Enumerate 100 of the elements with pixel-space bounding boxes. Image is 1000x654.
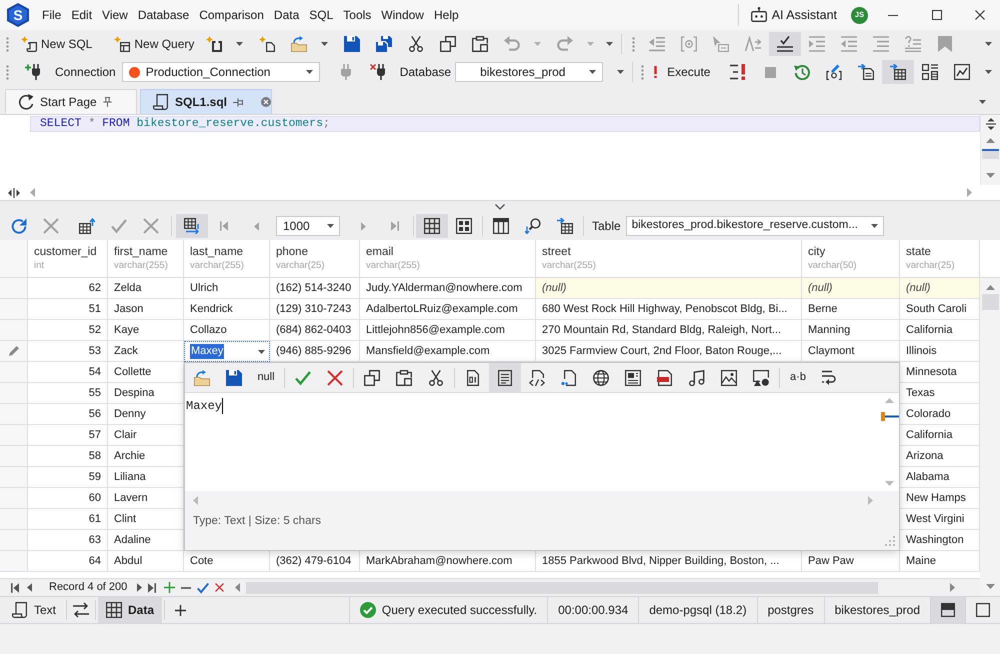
corner-header-cell[interactable] xyxy=(0,240,28,278)
pin-icon[interactable] xyxy=(233,98,244,106)
ai-assistant-button[interactable]: AI Assistant xyxy=(748,3,839,27)
table-cell: Kaye xyxy=(108,320,184,341)
table-cell: 680 West Rock Hill Highway, Penobscot Bldg, Bi... xyxy=(536,299,802,320)
column-header[interactable]: city varchar(50) xyxy=(802,240,900,278)
menu-item[interactable]: Tools xyxy=(338,6,376,24)
scrollbar-thumb[interactable] xyxy=(982,149,999,159)
status-field: demo-pgsql (18.2) xyxy=(649,601,747,619)
column-header[interactable]: first_name varchar(255) xyxy=(108,240,184,278)
menu-item[interactable]: Edit xyxy=(66,6,98,24)
page-size-dropdown[interactable]: 1000 xyxy=(276,216,340,236)
close-icon[interactable] xyxy=(261,97,272,107)
column-header[interactable]: street varchar(255) xyxy=(536,240,802,278)
resize-grip-icon[interactable] xyxy=(885,536,895,546)
column-name: city xyxy=(808,245,826,260)
scroll-up-arrow-icon[interactable] xyxy=(986,285,994,290)
redo-arrow-icon xyxy=(557,36,574,52)
plug-icon xyxy=(340,64,351,80)
grid-arrows-button[interactable] xyxy=(176,214,208,238)
script-icon xyxy=(12,602,28,618)
menu-item[interactable]: View xyxy=(97,6,133,24)
grip-handle-icon[interactable] xyxy=(6,36,9,52)
pin-icon[interactable] xyxy=(102,97,112,107)
check-syntax-button[interactable] xyxy=(769,32,802,56)
menu-item[interactable]: Help xyxy=(428,6,464,24)
lines-exclamation-icon xyxy=(730,64,746,80)
document-tab[interactable]: SQL1.sql xyxy=(140,89,272,114)
execute-button[interactable]: Execute xyxy=(648,60,716,84)
menu-item[interactable]: Window xyxy=(376,6,429,24)
text-view-button[interactable] xyxy=(489,362,521,392)
tabs-overflow-button[interactable] xyxy=(977,100,988,104)
column-header[interactable]: last_name varchar(255) xyxy=(184,240,270,278)
view-tab[interactable]: Data xyxy=(98,597,162,623)
scroll-right-arrow-icon[interactable] xyxy=(967,188,972,197)
picture-icon xyxy=(721,370,737,386)
chevron-down-icon[interactable] xyxy=(495,204,505,210)
column-type: varchar(25) xyxy=(906,260,956,272)
scroll-marker-icon xyxy=(881,412,899,421)
column-header[interactable]: email varchar(255) xyxy=(360,240,536,278)
column-header[interactable]: customer_id int xyxy=(28,240,108,278)
scroll-left-arrow-icon[interactable] xyxy=(235,583,240,592)
copy-icon xyxy=(440,36,456,52)
split-handle-icon[interactable] xyxy=(8,188,20,198)
column-name: customer_id xyxy=(34,245,98,260)
scroll-left-arrow-icon[interactable] xyxy=(30,188,35,197)
caret-icon xyxy=(985,42,992,46)
grip-handle-icon[interactable] xyxy=(6,64,9,80)
new-query-button[interactable]: New Query xyxy=(110,32,198,56)
connection-dropdown[interactable]: Production_Connection xyxy=(122,62,320,82)
record-position: Record 4 of 200 xyxy=(49,580,128,596)
table-dropdown[interactable]: bikestores_prod.bikestore_reserve.custom... xyxy=(626,216,884,236)
layout-button[interactable] xyxy=(930,597,965,623)
scrollbar-thumb[interactable] xyxy=(982,294,998,310)
previous-icon xyxy=(254,222,258,230)
column-header[interactable]: state varchar(25) xyxy=(900,240,980,278)
grid-arrow-button[interactable] xyxy=(882,60,914,84)
caret-icon xyxy=(985,70,992,74)
set-null-button[interactable]: null xyxy=(250,362,282,392)
status-field: postgres xyxy=(768,601,814,619)
table-cell: Collazo xyxy=(184,320,270,341)
document-tab[interactable]: Start Page xyxy=(5,89,137,114)
next-icon xyxy=(360,222,366,230)
table-label: Table xyxy=(592,218,621,235)
view-tab[interactable]: Text xyxy=(4,597,64,623)
folder-arrow-icon xyxy=(291,36,308,52)
menu-item[interactable]: Comparison xyxy=(194,6,269,24)
grid-icon xyxy=(424,218,440,234)
value-text-field[interactable]: Maxey xyxy=(185,393,879,491)
table-cell: 270 Mountain Rd, Standard Bldg, Raleigh, Nort... xyxy=(536,320,802,341)
cross-icon xyxy=(327,370,343,386)
column-header[interactable]: phone varchar(25) xyxy=(270,240,360,278)
scroll-right-arrow-icon[interactable] xyxy=(950,583,956,592)
scroll-down-arrow-icon[interactable] xyxy=(986,584,994,589)
menu-item[interactable]: Data xyxy=(268,6,304,24)
column-type: varchar(25) xyxy=(276,260,326,272)
table-cell: 60 xyxy=(28,488,108,509)
grip-handle-icon[interactable] xyxy=(641,64,644,80)
lines-icon xyxy=(873,36,890,52)
grid-view-button[interactable] xyxy=(416,214,448,238)
code-page-icon xyxy=(529,370,545,386)
row-header[interactable] xyxy=(0,341,28,362)
menu-item[interactable]: SQL xyxy=(304,6,338,24)
whitespace-toggle-button[interactable]: a·b xyxy=(782,362,814,392)
database-dropdown[interactable]: bikestores_prod xyxy=(455,62,604,82)
text-cursor-icon xyxy=(222,398,224,414)
table-cell: 55 xyxy=(28,383,108,404)
floppy-disks-icon xyxy=(376,36,392,52)
menu-item[interactable]: Database xyxy=(132,6,194,24)
scroll-down-arrow-icon[interactable] xyxy=(986,173,995,178)
grip-handle-icon[interactable] xyxy=(632,36,636,52)
table-cell: 56 xyxy=(28,404,108,425)
scroll-up-arrow-icon[interactable] xyxy=(986,138,995,143)
table-cell: Zack xyxy=(108,341,184,362)
split-handle-icon[interactable] xyxy=(986,118,996,130)
refresh-icon xyxy=(11,218,27,234)
menu-item[interactable]: File xyxy=(37,6,66,24)
circular-arrow-icon xyxy=(18,94,34,110)
new-sql-button[interactable]: New SQL xyxy=(17,32,96,56)
caret-icon xyxy=(321,42,328,46)
